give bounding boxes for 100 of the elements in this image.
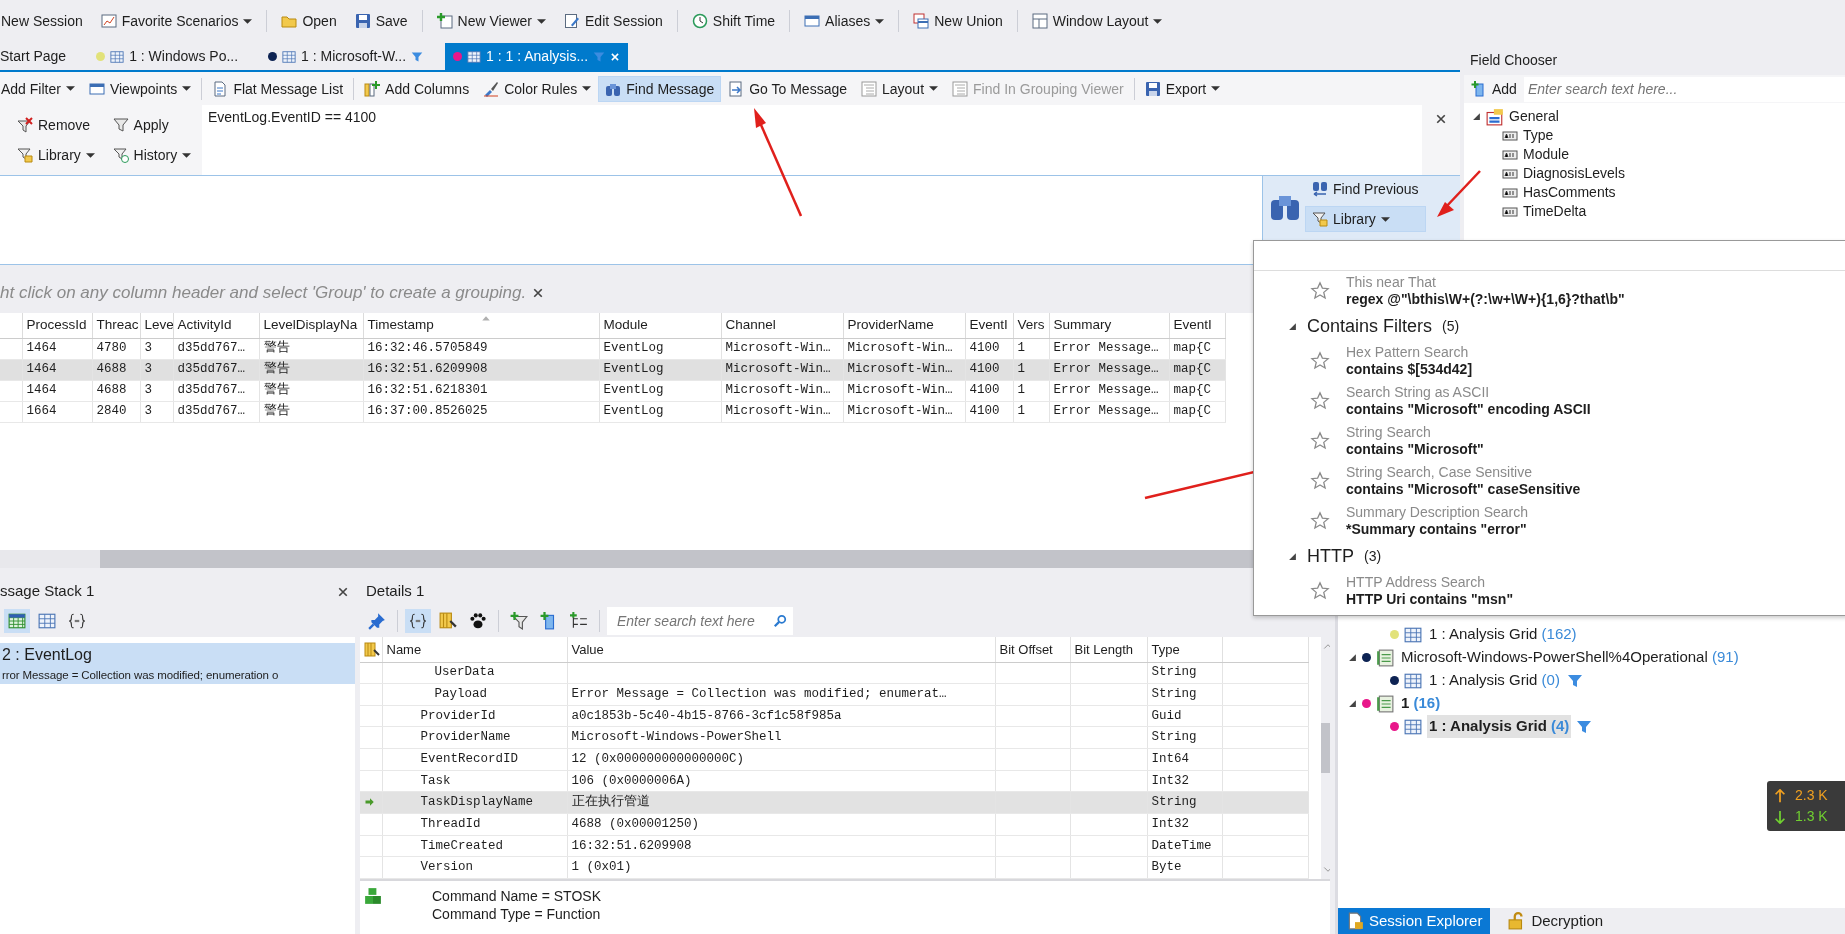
star-icon[interactable] <box>1310 351 1330 371</box>
toolbar-button[interactable]: Find Previous <box>1305 176 1426 202</box>
column-header[interactable]: EventI <box>965 313 1013 338</box>
toolbar-button[interactable]: New Union <box>906 8 1010 34</box>
table-cell: Task <box>382 770 567 792</box>
toolbar-button[interactable]: Find Message <box>598 75 722 102</box>
tab[interactable]: Decryption <box>1500 908 1612 934</box>
message-title: 2 : EventLog <box>2 645 93 665</box>
tab[interactable]: 1 : Windows Po... <box>88 43 247 70</box>
star-icon[interactable] <box>1310 581 1330 601</box>
add-button[interactable]: Add <box>1464 76 1524 102</box>
expander-icon[interactable] <box>1288 551 1297 561</box>
tree-item[interactable]: DiagnosisLevels <box>1523 163 1625 184</box>
column-header[interactable]: Bit Offset <box>995 637 1070 663</box>
column-header[interactable]: Bit Length <box>1070 637 1147 663</box>
tree-item[interactable]: 1 : Analysis Grid (0) <box>1427 669 1562 692</box>
toolbar-button[interactable]: Shift Time <box>684 8 783 34</box>
close-icon[interactable] <box>1435 113 1447 125</box>
close-icon[interactable] <box>337 585 349 598</box>
stacked-windows-icon <box>913 13 930 29</box>
search-icon <box>773 614 787 628</box>
toolbar-button[interactable]: Flat Message List <box>205 75 351 102</box>
toolbar-button[interactable]: New Session <box>0 8 90 34</box>
toolbar-button[interactable]: History <box>105 142 202 168</box>
tree-item[interactable]: 1 : Analysis Grid (4) <box>1427 715 1572 738</box>
toolbar-button[interactable]: Go To Message <box>721 75 854 102</box>
clock-funnel-icon <box>112 147 129 163</box>
tree-item[interactable]: Microsoft-Windows-PowerShell%4Operational (91) <box>1399 646 1741 669</box>
toolbar-button[interactable]: Layout <box>854 75 946 102</box>
column-header[interactable]: Module <box>599 313 721 338</box>
toolbar-button[interactable]: Library <box>10 142 106 168</box>
table-cell: Error Message… <box>1049 401 1169 422</box>
filter-expression-field[interactable]: EventLog.EventID == 4100 <box>202 105 1422 175</box>
expander-icon[interactable] <box>1348 699 1357 708</box>
toolbar-button[interactable]: Remove <box>10 112 106 138</box>
column-header[interactable]: Vers <box>1013 313 1049 338</box>
toolbar-button[interactable]: Edit Session <box>557 8 670 34</box>
tab[interactable]: Start Page <box>0 43 75 70</box>
column-header[interactable]: ActivityId <box>173 313 259 338</box>
search-field[interactable]: Enter search text here... <box>1523 76 1845 102</box>
close-icon[interactable] <box>532 287 545 299</box>
star-icon[interactable] <box>1310 281 1330 301</box>
star-icon[interactable] <box>1310 391 1330 411</box>
column-header[interactable]: ProcessId <box>22 313 92 338</box>
toolbar-button[interactable]: Viewpoints <box>81 75 199 102</box>
tree-item[interactable]: 1 : Analysis Grid (162) <box>1427 623 1579 646</box>
column-header[interactable]: LevelDisplayNa <box>259 313 363 338</box>
tab[interactable]: 1 : 1 : Analysis... <box>445 43 629 70</box>
toolbar-button[interactable]: Save <box>347 8 415 34</box>
star-icon[interactable] <box>1310 431 1330 451</box>
toolbar-button[interactable]: Library <box>1305 206 1426 232</box>
column-header[interactable]: Timestamp <box>363 313 599 338</box>
toolbar-button[interactable]: Open <box>274 8 344 34</box>
column-header[interactable]: Channel <box>721 313 843 338</box>
toolbar-button[interactable]: Color Rules <box>476 75 599 102</box>
star-icon[interactable] <box>1310 511 1330 531</box>
column-header[interactable]: Summary <box>1049 313 1169 338</box>
close-icon[interactable] <box>610 51 621 62</box>
message-entry[interactable]: 2 : EventLog rror Message = Collection was modified; enumeration o <box>0 643 355 685</box>
pin-icon <box>368 612 386 630</box>
expander-icon[interactable] <box>1472 112 1481 121</box>
tab[interactable]: Session Explorer <box>1338 908 1491 934</box>
filter-expression: contains "Microsoft" encoding ASCII <box>1346 401 1591 418</box>
expander-icon[interactable] <box>1348 653 1357 662</box>
tree-item[interactable]: 1 (16) <box>1399 692 1443 715</box>
table-cell: ProviderId <box>382 705 567 727</box>
column-header[interactable]: EventI <box>1169 313 1225 338</box>
tab[interactable]: 1 : Microsoft-W... <box>260 43 432 70</box>
toolbar-button[interactable]: Export <box>1137 75 1228 102</box>
table-cell: 1664 <box>22 401 92 422</box>
cubes-icon <box>364 887 382 905</box>
tree-item[interactable]: HasComments <box>1523 182 1616 203</box>
column-header[interactable]: ProviderName <box>843 313 965 338</box>
table-cell: TimeCreated <box>382 835 567 857</box>
table-cell: Guid <box>1147 705 1222 727</box>
tree-item[interactable]: General <box>1509 106 1559 127</box>
star-icon[interactable] <box>1310 471 1330 491</box>
filter-title: This near That <box>1346 274 1437 291</box>
table-cell: 3 <box>140 380 173 401</box>
toolbar-button[interactable]: Aliases <box>797 8 892 34</box>
filter-title: Hex Pattern Search <box>1346 344 1470 361</box>
tool-button[interactable] <box>405 609 431 633</box>
toolbar-button[interactable]: Window Layout <box>1024 8 1170 34</box>
tree-item[interactable]: Module <box>1523 144 1569 165</box>
expander-icon[interactable] <box>1288 321 1297 331</box>
tree-item[interactable]: Type <box>1523 125 1554 146</box>
toolbar-button[interactable]: Add Filter <box>0 75 82 102</box>
toolbar-button[interactable]: Favorite Scenarios <box>93 8 260 34</box>
toolbar-button[interactable]: Add Columns <box>357 75 477 102</box>
column-header[interactable]: Type <box>1147 637 1222 663</box>
column-header[interactable]: Threac <box>92 313 140 338</box>
toolbar-button[interactable]: Apply <box>105 112 202 138</box>
table-cell: 1 <box>1013 401 1049 422</box>
column-header[interactable]: Value <box>567 637 995 663</box>
document-icon <box>1346 912 1364 930</box>
toolbar-button[interactable]: New Viewer <box>429 8 554 34</box>
tree-item[interactable]: TimeDelta <box>1523 201 1587 222</box>
column-header[interactable]: Name <box>382 637 567 663</box>
table-cell: map{C <box>1169 380 1225 401</box>
search-field[interactable]: Enter search text here <box>607 607 793 635</box>
